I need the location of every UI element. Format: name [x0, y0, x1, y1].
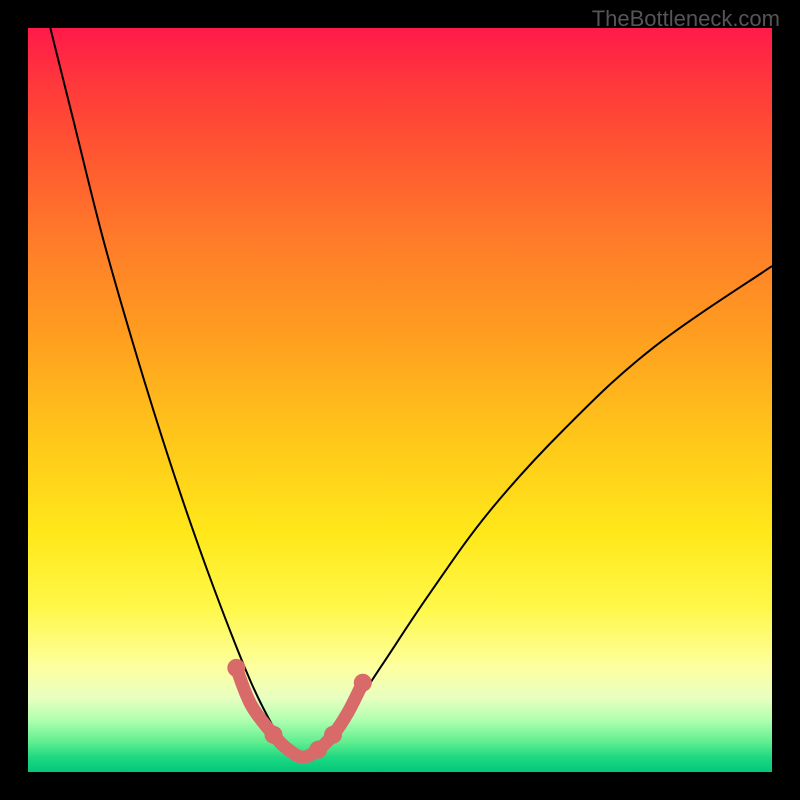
- bottleneck-curve: [50, 28, 772, 757]
- optimal-marker-dot: [324, 726, 342, 744]
- watermark-text: TheBottleneck.com: [592, 6, 780, 32]
- optimal-marker-dot: [227, 659, 245, 677]
- optimal-marker-dot: [354, 674, 372, 692]
- optimal-marker-dot: [265, 726, 283, 744]
- optimal-region-stroke: [236, 668, 362, 757]
- plot-area: [28, 28, 772, 772]
- bottleneck-curve-svg: [28, 28, 772, 772]
- optimal-marker-dot: [309, 741, 327, 759]
